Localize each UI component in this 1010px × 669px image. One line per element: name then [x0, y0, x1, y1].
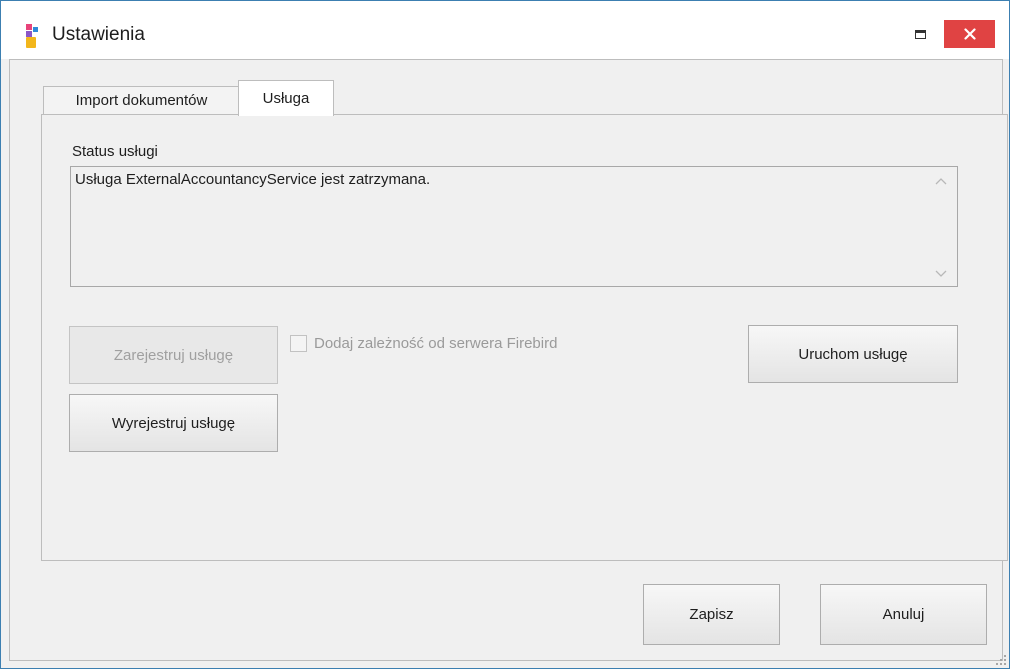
scroll-up-icon[interactable]	[935, 177, 947, 185]
firebird-dependency-option[interactable]: Dodaj zależność od serwera Firebird	[290, 335, 557, 352]
save-button[interactable]: Zapisz	[643, 584, 780, 645]
title-bar: Ustawienia	[1, 1, 1009, 59]
settings-window: Ustawienia Import dokumentów Usługa Stat…	[0, 0, 1010, 669]
status-text: Usługa ExternalAccountancyService jest z…	[75, 171, 431, 188]
service-tab-panel: Status usługi Usługa ExternalAccountancy…	[41, 114, 1008, 561]
dialog-body: Import dokumentów Usługa Status usługi U…	[9, 59, 1008, 661]
close-button[interactable]	[944, 20, 995, 48]
status-label: Status usługi	[72, 143, 158, 160]
tab-service[interactable]: Usługa	[238, 80, 334, 116]
status-textarea[interactable]: Usługa ExternalAccountancyService jest z…	[70, 166, 958, 287]
maximize-button[interactable]	[900, 21, 940, 47]
window-title: Ustawienia	[52, 24, 145, 45]
cancel-button[interactable]: Anuluj	[820, 584, 987, 645]
firebird-dependency-checkbox[interactable]	[290, 335, 307, 352]
start-service-button[interactable]: Uruchom usługę	[748, 325, 958, 383]
maximize-icon	[914, 29, 926, 39]
scroll-down-icon[interactable]	[935, 270, 947, 278]
app-blocks-icon	[26, 24, 38, 48]
unregister-service-button[interactable]: Wyrejestruj usługę	[69, 394, 278, 452]
register-service-button[interactable]: Zarejestruj usługę	[69, 326, 278, 384]
tab-import-documents[interactable]: Import dokumentów	[43, 86, 240, 114]
close-icon	[963, 28, 976, 40]
resize-grip-icon[interactable]	[995, 654, 1007, 666]
firebird-dependency-label: Dodaj zależność od serwera Firebird	[314, 335, 558, 352]
